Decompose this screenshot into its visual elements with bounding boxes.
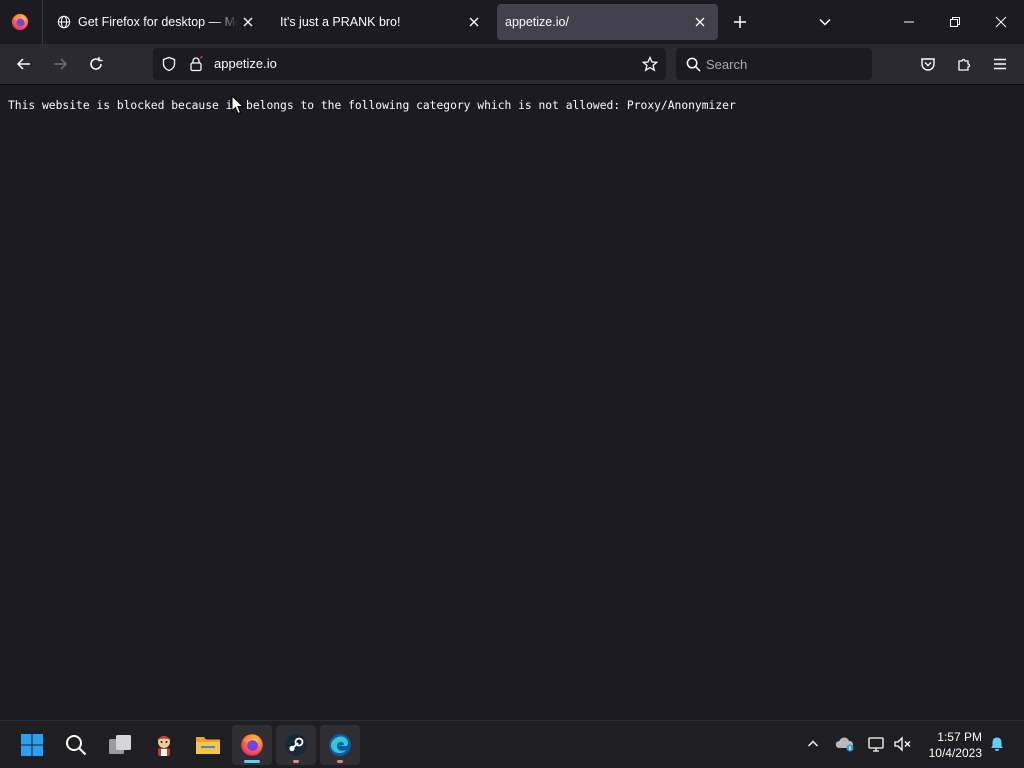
notification-bell-icon[interactable] <box>986 733 1008 755</box>
tab-title: It's just a PRANK bro! <box>280 15 401 29</box>
onedrive-cloud-icon[interactable] <box>834 733 856 755</box>
reload-button[interactable] <box>81 49 111 79</box>
mouse-cursor-icon <box>231 95 245 115</box>
edge-icon[interactable] <box>320 725 360 765</box>
globe-icon <box>56 14 72 30</box>
navigation-toolbar: appetize.io <box>0 44 1024 85</box>
taskbar: 1:57 PM 10/4/2023 <box>0 720 1024 768</box>
tab-separator <box>42 0 43 44</box>
close-tab-icon[interactable] <box>690 12 710 32</box>
search-icon <box>684 55 702 73</box>
firefox-logo-icon[interactable] <box>6 8 34 36</box>
windows-start-icon[interactable] <box>12 725 52 765</box>
app-running-indicator <box>337 760 343 763</box>
tab-strip: Get Firefox for desktop — Mozilla It's j… <box>0 0 1024 44</box>
tab-prank[interactable]: It's just a PRANK bro! <box>270 4 492 40</box>
steam-icon[interactable] <box>276 725 316 765</box>
search-input[interactable] <box>706 48 866 80</box>
character-app-icon[interactable] <box>144 725 184 765</box>
firefox-taskbar-icon[interactable] <box>232 725 272 765</box>
file-explorer-icon[interactable] <box>188 725 228 765</box>
close-tab-icon[interactable] <box>238 12 258 32</box>
bookmark-star-icon[interactable] <box>640 54 660 74</box>
lock-icon[interactable] <box>186 54 206 74</box>
back-button[interactable] <box>9 49 39 79</box>
clock-time: 1:57 PM <box>937 730 982 744</box>
restore-button[interactable] <box>932 0 978 44</box>
close-window-button[interactable] <box>978 0 1024 44</box>
taskbar-search-icon[interactable] <box>56 725 96 765</box>
blocked-message: This website is blocked because it belon… <box>8 99 736 112</box>
pocket-icon[interactable] <box>913 49 943 79</box>
show-hidden-icons-chevron-icon[interactable] <box>802 733 824 755</box>
new-tab-button[interactable] <box>726 8 754 36</box>
forward-button[interactable] <box>45 49 75 79</box>
tab-title: appetize.io/ <box>505 15 569 29</box>
network-icon[interactable] <box>866 733 888 755</box>
search-bar[interactable] <box>676 48 872 80</box>
tracking-protection-shield-icon[interactable] <box>159 54 179 74</box>
app-running-indicator <box>293 760 299 763</box>
url-bar[interactable]: appetize.io <box>153 48 666 80</box>
task-view-icon[interactable] <box>100 725 140 765</box>
clock-date: 10/4/2023 <box>928 746 982 760</box>
volume-muted-icon[interactable] <box>892 733 914 755</box>
url-text: appetize.io <box>214 56 277 71</box>
close-tab-icon[interactable] <box>464 12 484 32</box>
active-app-indicator <box>244 760 260 763</box>
extensions-puzzle-icon[interactable] <box>949 49 979 79</box>
list-all-tabs-button[interactable] <box>811 8 839 36</box>
page-content: This website is blocked because it belon… <box>0 86 1024 720</box>
tab-appetize[interactable]: appetize.io/ <box>497 4 718 40</box>
hamburger-menu-icon[interactable] <box>985 49 1015 79</box>
tab-get-firefox[interactable]: Get Firefox for desktop — Mozilla <box>44 4 266 40</box>
minimize-button[interactable] <box>886 0 932 44</box>
system-clock[interactable]: 1:57 PM 10/4/2023 <box>918 729 982 761</box>
tab-title: Get Firefox for desktop — Mozilla <box>78 15 238 29</box>
